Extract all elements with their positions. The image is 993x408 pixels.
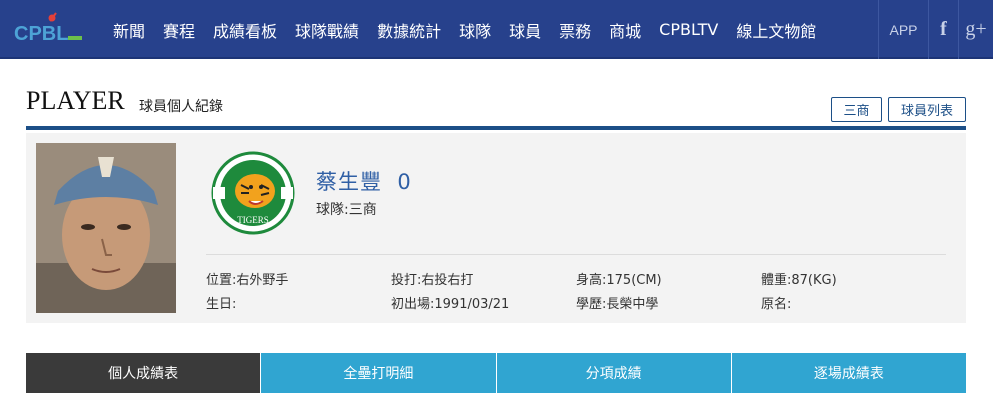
info-height: 身高:175(CM) <box>576 273 662 288</box>
nav-right-group: APP f g+ <box>878 0 993 59</box>
player-team: 球隊:三商 <box>316 202 377 218</box>
player-number: 0 <box>397 170 412 194</box>
nav-item-players[interactable]: 球員 <box>500 18 550 42</box>
info-debut: 初出場:1991/03/21 <box>391 297 510 312</box>
info-bats-throws: 投打:右投右打 <box>391 273 474 288</box>
tab-split-stats[interactable]: 分項成績 <box>496 353 732 393</box>
info-education: 學歷:長榮中學 <box>576 297 659 312</box>
svg-text:TIGERS: TIGERS <box>237 215 269 225</box>
cpbl-logo[interactable]: CPBL <box>12 10 92 50</box>
player-card: TIGERS 蔡生豐 0 球隊:三商 位置:右外野手 投打:右投右打 身高:17… <box>26 133 966 323</box>
page-title: PLAYER <box>26 86 125 115</box>
info-original-name: 原名: <box>761 297 792 312</box>
nav-item-standings[interactable]: 球隊戰績 <box>286 18 368 42</box>
info-position: 位置:右外野手 <box>206 273 289 288</box>
top-nav-bar: CPBL 新聞 賽程 成績看板 球隊戰績 數據統計 球隊 球員 票務 商城 CP… <box>0 0 993 59</box>
nav-item-news[interactable]: 新聞 <box>104 18 154 42</box>
page-subtitle: 球員個人紀錄 <box>139 99 223 115</box>
tab-game-log[interactable]: 逐場成績表 <box>731 353 966 393</box>
team-button[interactable]: 三商 <box>831 97 882 122</box>
team-logo: TIGERS <box>211 151 295 235</box>
page-header: PLAYER 球員個人紀錄 三商 球員列表 <box>26 86 966 130</box>
nav-item-museum[interactable]: 線上文物館 <box>727 18 825 42</box>
player-list-button[interactable]: 球員列表 <box>888 97 966 122</box>
tab-home-run-details[interactable]: 全壘打明細 <box>261 353 497 393</box>
app-link[interactable]: APP <box>878 0 928 59</box>
nav-item-schedule[interactable]: 賽程 <box>154 18 204 42</box>
player-photo <box>36 143 176 313</box>
nav-item-cpbltv[interactable]: CPBLTV <box>650 20 727 39</box>
stats-tabs: 個人成績表 全壘打明細 分項成績 逐場成績表 <box>26 353 966 393</box>
nav-item-shop[interactable]: 商城 <box>600 18 650 42</box>
main-nav: 新聞 賽程 成績看板 球隊戰績 數據統計 球隊 球員 票務 商城 CPBLTV … <box>104 0 825 59</box>
nav-item-tickets[interactable]: 票務 <box>550 18 600 42</box>
card-divider <box>206 254 946 255</box>
svg-text:CPBL: CPBL <box>14 23 68 45</box>
nav-item-stats[interactable]: 數據統計 <box>368 18 450 42</box>
info-birthday: 生日: <box>206 297 237 312</box>
nav-item-teams[interactable]: 球隊 <box>450 18 500 42</box>
google-plus-icon[interactable]: g+ <box>958 0 993 59</box>
nav-item-scoreboard[interactable]: 成績看板 <box>204 18 286 42</box>
info-weight: 體重:87(KG) <box>761 273 837 288</box>
facebook-icon[interactable]: f <box>928 0 958 59</box>
tab-personal-stats[interactable]: 個人成績表 <box>26 353 262 393</box>
player-name: 蔡生豐 0 <box>316 170 412 194</box>
